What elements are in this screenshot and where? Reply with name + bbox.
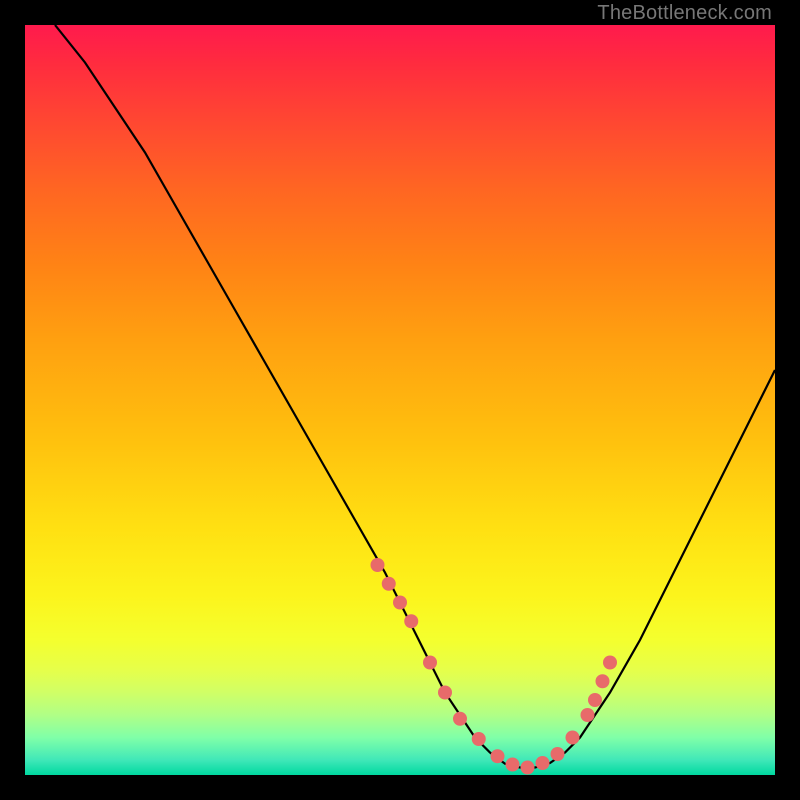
chart-container: TheBottleneck.com xyxy=(0,0,800,800)
plot-gradient-area xyxy=(25,25,775,775)
watermark-text: TheBottleneck.com xyxy=(597,2,772,25)
